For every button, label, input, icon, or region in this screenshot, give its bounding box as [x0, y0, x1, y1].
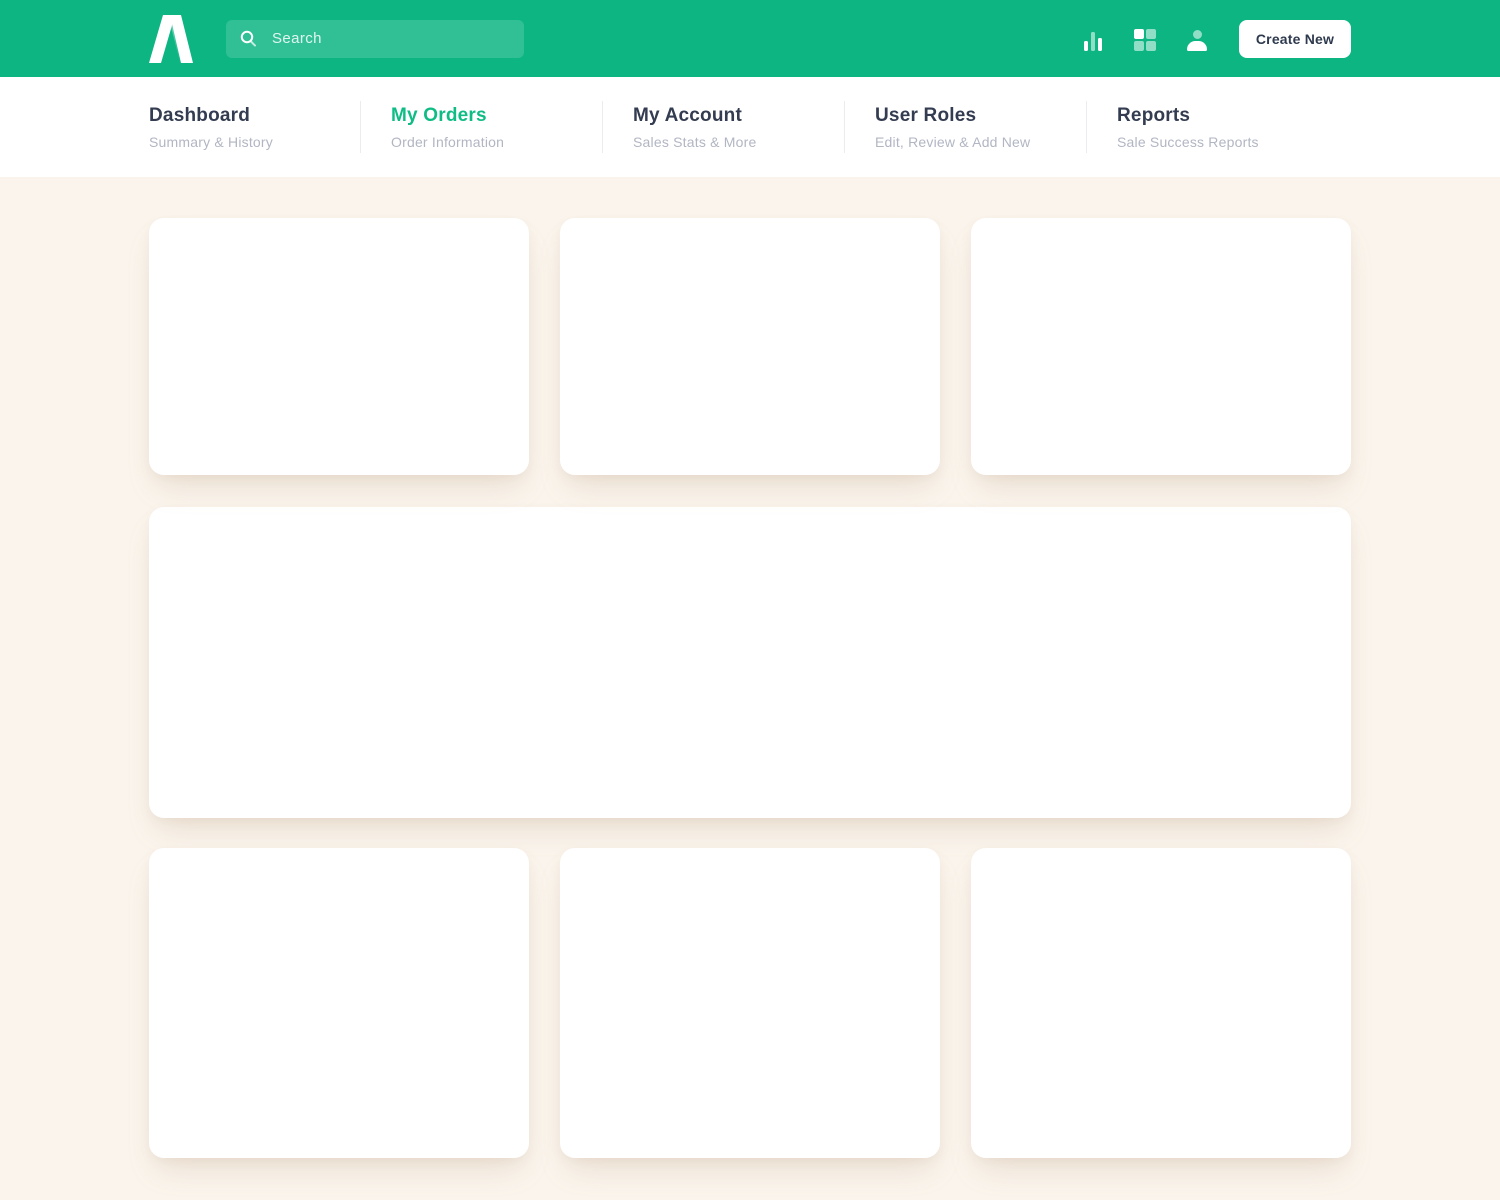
tab-my-orders-sublabel: Order Information: [391, 133, 505, 150]
apps-grid-icon[interactable]: [1133, 27, 1157, 51]
tab-user-roles-sublabel: Edit, Review & Add New: [875, 133, 1031, 150]
tab-reports-label: Reports: [1117, 104, 1191, 126]
tab-my-account-label: My Account: [633, 104, 742, 126]
header-actions: Create New: [1081, 19, 1351, 58]
bottom-card-row: [149, 848, 1351, 1158]
card-bottom-2: [560, 848, 940, 1158]
card-top-3: [971, 218, 1351, 475]
tab-reports[interactable]: Reports Sale Success Reports: [1117, 105, 1328, 150]
card-top-2: [560, 218, 940, 475]
nav-divider: [360, 101, 361, 153]
tab-my-account-sublabel: Sales Stats & More: [633, 133, 757, 150]
card-bottom-3: [971, 848, 1351, 1158]
search-box[interactable]: [226, 19, 524, 58]
nav-divider: [1086, 101, 1087, 153]
tab-my-account[interactable]: My Account Sales Stats & More: [633, 105, 844, 150]
stats-icon[interactable]: [1081, 27, 1105, 51]
nav-divider: [844, 101, 845, 153]
tab-user-roles-label: User Roles: [875, 104, 977, 126]
header-bar: Create New: [0, 0, 1500, 77]
app-page: Create New Dashboard Summary & History M…: [0, 0, 1500, 1200]
tab-my-orders-label: My Orders: [391, 104, 487, 126]
tab-reports-sublabel: Sale Success Reports: [1117, 133, 1259, 150]
profile-icon[interactable]: [1185, 27, 1209, 51]
tab-my-orders[interactable]: My Orders Order Information: [391, 105, 602, 150]
nav-bar: Dashboard Summary & History My Orders Or…: [0, 77, 1500, 177]
content-area: [0, 177, 1500, 1200]
search-icon: [240, 30, 256, 47]
tab-dashboard[interactable]: Dashboard Summary & History: [149, 105, 360, 150]
tab-dashboard-label: Dashboard: [149, 104, 251, 126]
card-top-1: [149, 218, 529, 475]
card-wide: [149, 507, 1351, 818]
nav-divider: [602, 101, 603, 153]
search-input[interactable]: [270, 29, 490, 48]
card-bottom-1: [149, 848, 529, 1158]
create-new-button[interactable]: Create New: [1239, 19, 1351, 58]
top-card-row: [149, 218, 1351, 475]
brand-logo-icon: [149, 14, 193, 63]
tab-user-roles[interactable]: User Roles Edit, Review & Add New: [875, 105, 1086, 150]
tab-dashboard-sublabel: Summary & History: [149, 133, 273, 150]
